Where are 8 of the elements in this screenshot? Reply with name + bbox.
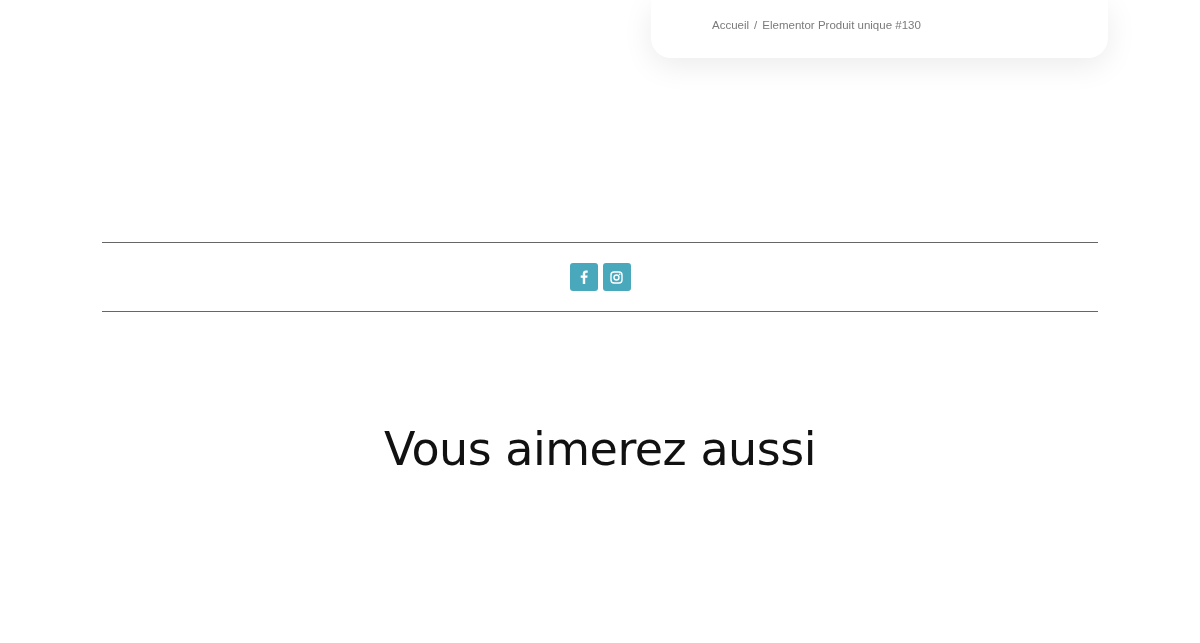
facebook-link[interactable]: [569, 263, 598, 291]
breadcrumb-current: Elementor Produit unique #130: [762, 19, 921, 31]
instagram-link[interactable]: [602, 263, 631, 291]
instagram-icon: [610, 270, 623, 284]
breadcrumb-separator: /: [754, 19, 758, 31]
breadcrumb-link[interactable]: Accueil: [712, 19, 750, 31]
facebook-icon: [579, 270, 588, 284]
section-heading: Vous aimerez aussi: [384, 422, 816, 476]
